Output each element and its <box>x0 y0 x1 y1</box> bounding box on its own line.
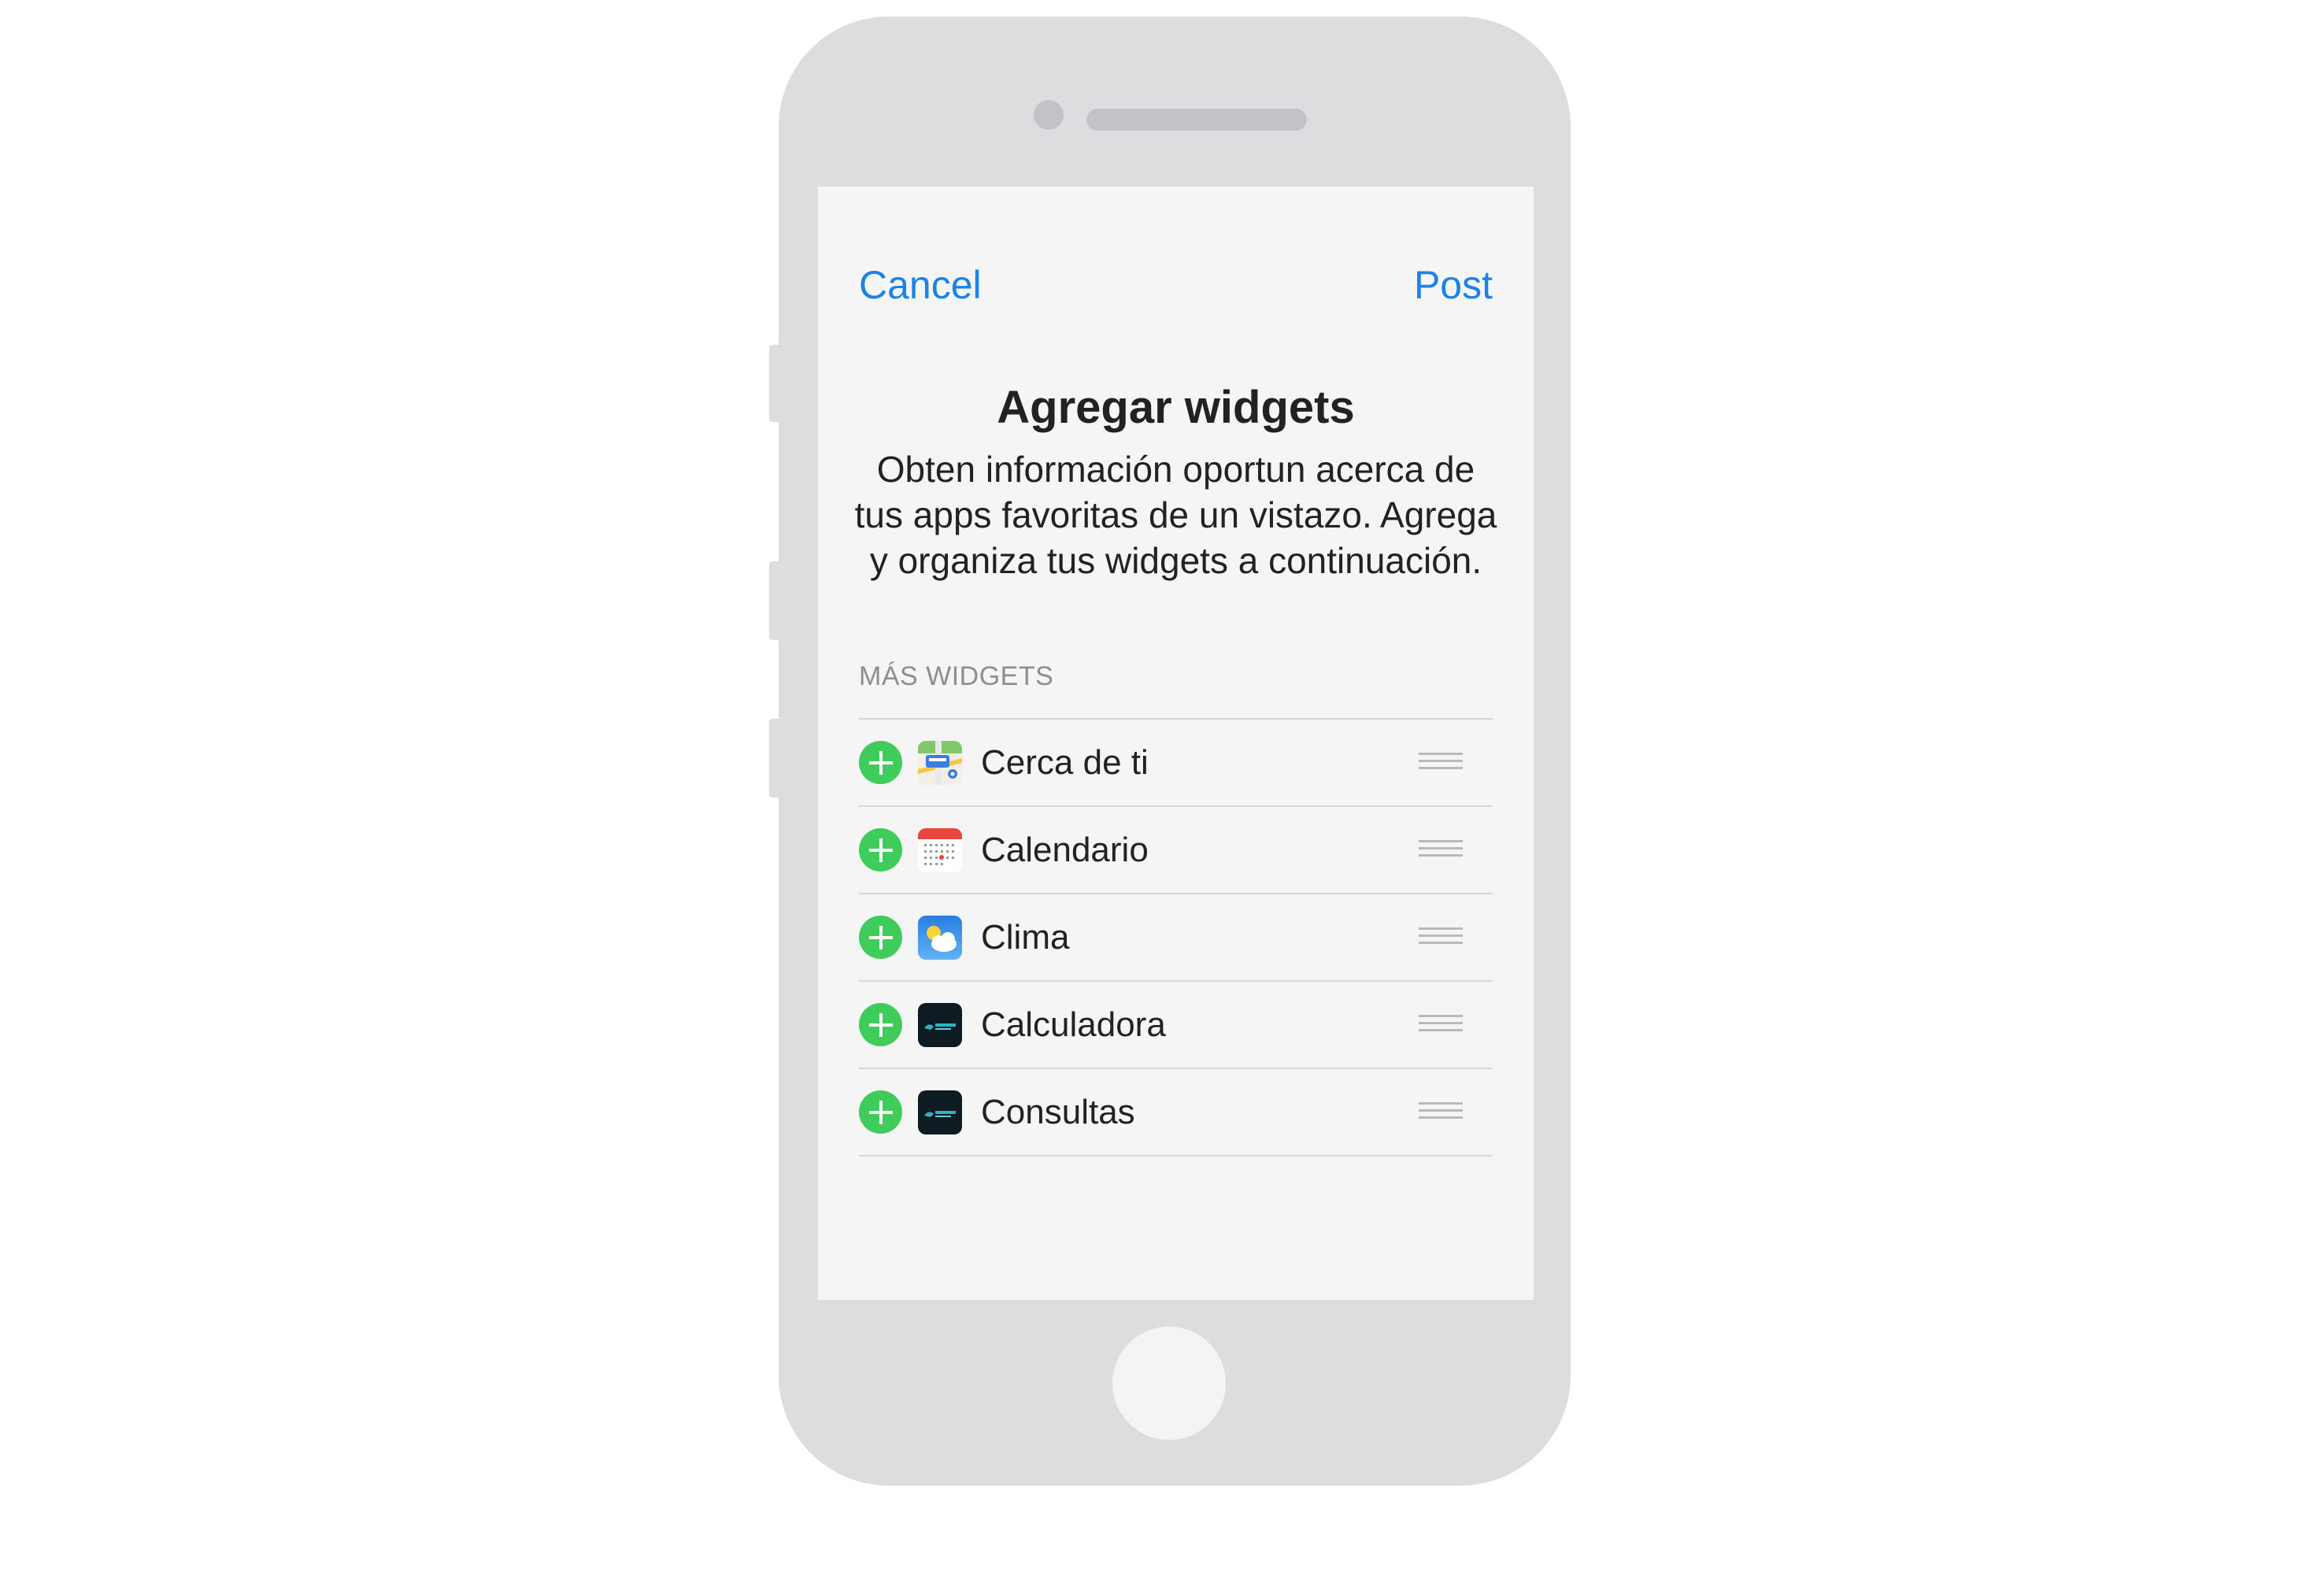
calendar-icon <box>918 828 962 872</box>
widget-row-clima: Clima <box>859 894 1493 982</box>
widget-label: Clima <box>981 918 1070 957</box>
add-widget-button[interactable] <box>859 1090 902 1134</box>
volume-up-button <box>769 561 780 640</box>
reorder-handle[interactable] <box>1419 1015 1463 1035</box>
earpiece-speaker <box>1086 109 1307 131</box>
post-button[interactable]: Post <box>1414 265 1493 305</box>
add-widget-button[interactable] <box>859 916 902 959</box>
add-widget-button[interactable] <box>859 741 902 784</box>
front-camera <box>1034 100 1064 130</box>
widget-label: Calculadora <box>981 1005 1166 1044</box>
widget-row-calculadora: Calculadora <box>859 982 1493 1069</box>
mute-switch <box>769 345 780 422</box>
add-widget-button[interactable] <box>859 1003 902 1046</box>
weather-icon <box>918 916 962 960</box>
reorder-handle[interactable] <box>1419 840 1463 861</box>
maps-icon <box>918 741 962 785</box>
cancel-button[interactable]: Cancel <box>859 265 982 305</box>
reorder-handle[interactable] <box>1419 753 1463 773</box>
widget-label: Consultas <box>981 1093 1135 1131</box>
add-widget-button[interactable] <box>859 828 902 872</box>
widget-row-cerca-de-ti: Cerca de ti <box>859 720 1493 807</box>
section-title-more-widgets: MÁS WIDGETS <box>859 661 1054 691</box>
reorder-handle[interactable] <box>1419 927 1463 948</box>
volume-down-button <box>769 719 780 798</box>
home-button[interactable] <box>1112 1327 1226 1440</box>
page-title: Agregar widgets <box>997 382 1355 433</box>
page-description: Obten información oportun acerca de tus … <box>854 449 1497 581</box>
reorder-handle[interactable] <box>1419 1102 1463 1123</box>
calculator-app-icon <box>918 1003 962 1047</box>
widget-label: Cerca de ti <box>981 743 1149 782</box>
phone-screen: Cancel Post Agregar widgets Obten inform… <box>818 187 1534 1300</box>
widget-row-consultas: Consultas <box>859 1069 1493 1157</box>
queries-app-icon <box>918 1090 962 1134</box>
widget-row-calendario: Calendario <box>859 807 1493 894</box>
widget-label: Calendario <box>981 831 1149 869</box>
widget-list: Cerca de ti Calendario Clima Calculadora… <box>859 718 1493 1157</box>
